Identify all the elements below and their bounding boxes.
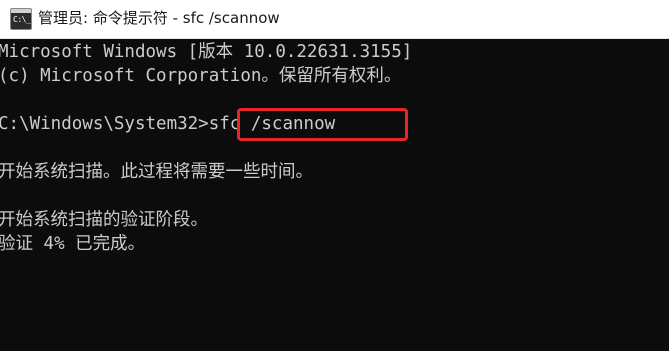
command-highlight-box (237, 108, 408, 141)
console-output[interactable]: Microsoft Windows [版本 10.0.22631.3155] (… (0, 39, 669, 351)
window-title: 管理员: 命令提示符 - sfc /scannow (38, 9, 280, 27)
console-line-progress: 验证 4% 已完成。 (0, 234, 146, 254)
title-bar[interactable]: C:\_ 管理员: 命令提示符 - sfc /scannow (0, 0, 669, 39)
console-line-scan-start: 开始系统扫描。此过程将需要一些时间。 (0, 162, 313, 182)
console-prompt: C:\Windows\System32> (0, 114, 209, 134)
console-line-version: Microsoft Windows [版本 10.0.22631.3155] (0, 42, 413, 62)
console-line-verification-phase: 开始系统扫描的验证阶段。 (0, 210, 208, 230)
command-prompt-icon: C:\_ (10, 8, 32, 30)
console-line-copyright: (c) Microsoft Corporation。保留所有权利。 (0, 66, 402, 86)
command-prompt-window: C:\_ 管理员: 命令提示符 - sfc /scannow Microsoft… (0, 0, 669, 351)
app-icon-glyph: C:\_ (13, 15, 31, 24)
